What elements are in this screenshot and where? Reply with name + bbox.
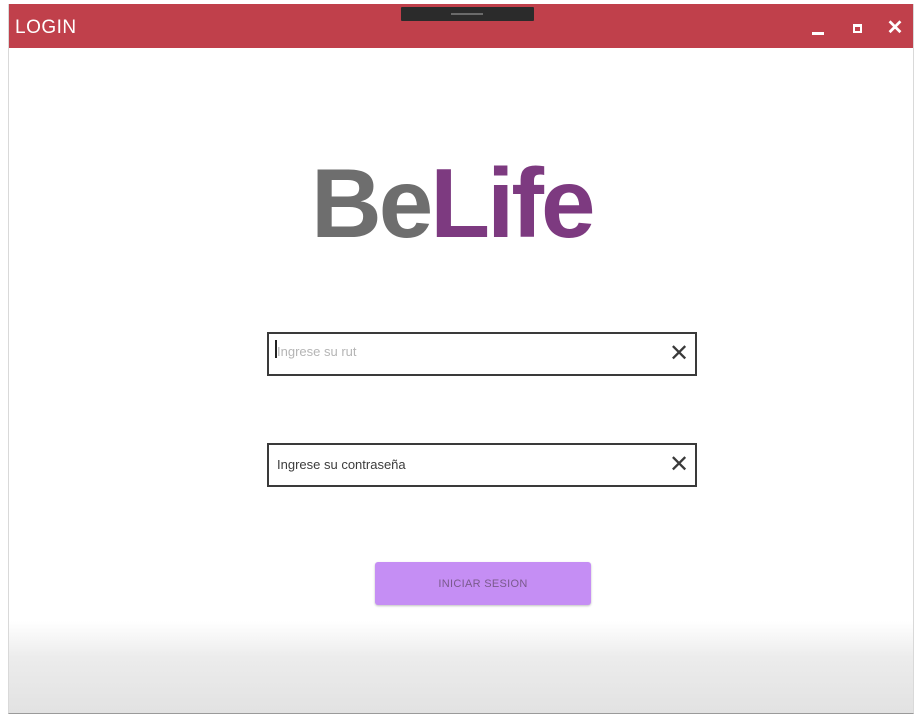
close-button[interactable]: ✕ xyxy=(885,18,905,38)
maximize-button[interactable] xyxy=(847,18,867,38)
clear-rut-icon[interactable]: ✕ xyxy=(669,342,689,366)
close-icon: ✕ xyxy=(886,17,904,39)
maximize-icon xyxy=(852,23,862,33)
drag-grip-icon xyxy=(451,13,483,15)
logo-life-text: Life xyxy=(430,148,595,258)
drag-handle[interactable] xyxy=(401,7,534,21)
rut-input[interactable] xyxy=(277,336,647,366)
belife-logo: BeLife xyxy=(311,154,596,252)
password-field: ✕ xyxy=(267,443,697,487)
minimize-icon xyxy=(812,31,824,35)
window-title: LOGIN xyxy=(15,17,77,38)
logo-be-text: Be xyxy=(311,148,433,258)
minimize-button[interactable] xyxy=(808,18,828,38)
login-button[interactable]: INICIAR SESION xyxy=(375,562,591,605)
password-input[interactable] xyxy=(277,449,647,479)
title-bar[interactable]: LOGIN ✕ xyxy=(9,4,913,48)
rut-field: ✕ xyxy=(267,332,697,376)
bottom-shade xyxy=(9,621,913,713)
login-window: LOGIN ✕ BeLife ✕ ✕ INICIAR SESION xyxy=(8,4,914,714)
clear-password-icon[interactable]: ✕ xyxy=(669,453,689,477)
